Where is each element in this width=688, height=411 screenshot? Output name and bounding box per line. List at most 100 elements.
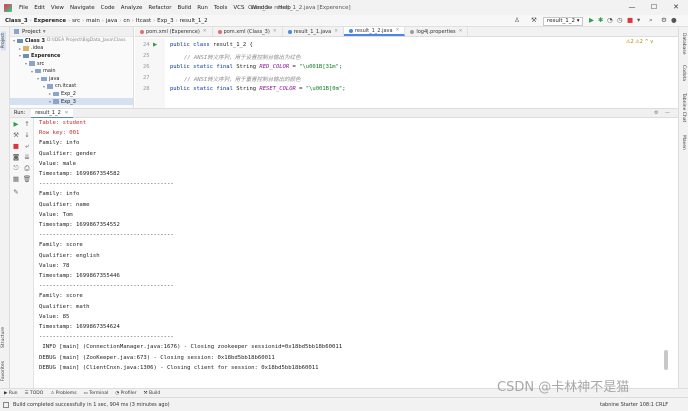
menu-item-edit[interactable]: Edit bbox=[31, 5, 48, 11]
project-tool-button[interactable]: Project bbox=[1, 31, 6, 51]
breadcrumb-item[interactable]: main bbox=[84, 18, 102, 24]
codota-tool-button[interactable]: Codota bbox=[681, 65, 686, 81]
close-icon[interactable]: ✕ bbox=[273, 29, 277, 34]
menu-item-file[interactable]: File bbox=[16, 5, 31, 11]
tree-item[interactable]: ▾ Class 3 D:\IDEA Project\BigData_Java\Cla… bbox=[10, 37, 133, 45]
editor-tab[interactable]: log4j.properties ✕ bbox=[405, 27, 469, 36]
chevron-down-icon[interactable]: ▾ bbox=[43, 29, 46, 35]
code-editor[interactable]: public class result_1_2 {// ANSI转义序列，用于设… bbox=[166, 38, 666, 108]
structure-tool-button[interactable]: Structure bbox=[1, 327, 6, 348]
breadcrumb-item[interactable]: src bbox=[70, 18, 82, 24]
hide-panel-icon[interactable]: — bbox=[665, 110, 670, 116]
minimize-button[interactable]: — bbox=[622, 2, 642, 13]
tree-item[interactable]: ▾ java bbox=[10, 75, 133, 83]
run-gutter-icon[interactable]: ▶ bbox=[153, 42, 157, 48]
print-icon[interactable]: ⎙ bbox=[22, 164, 32, 173]
console-line: ---------------------------------------- bbox=[39, 232, 174, 239]
breadcrumb-item[interactable]: Exp_3 bbox=[155, 18, 175, 24]
console-line: Family: score bbox=[39, 242, 83, 249]
breadcrumb-item[interactable]: Itcast bbox=[134, 18, 153, 24]
menu-item-vcs[interactable]: VCS bbox=[230, 5, 247, 11]
avatar[interactable]: ● bbox=[671, 16, 677, 24]
layout-icon[interactable]: ▦ bbox=[11, 175, 21, 183]
menu-item-run[interactable]: Run bbox=[194, 5, 211, 11]
database-tool-button[interactable]: Database bbox=[681, 33, 686, 54]
menu-item-refactor[interactable]: Refactor bbox=[145, 5, 174, 11]
breadcrumb-item[interactable]: Class_3 bbox=[3, 18, 30, 24]
menu-item-analyze[interactable]: Analyze bbox=[118, 5, 146, 11]
close-icon[interactable]: ✕ bbox=[64, 110, 68, 116]
status-right-info[interactable]: tabnine Starter 108:1 CRLF bbox=[600, 402, 668, 408]
camera-icon[interactable]: ◙ bbox=[11, 153, 21, 161]
user-icon[interactable]: ♙ bbox=[514, 16, 520, 24]
tree-item[interactable]: ▾ Exp_3 bbox=[10, 97, 133, 106]
breadcrumb-item[interactable]: cn bbox=[121, 18, 132, 24]
tool-window-problems[interactable]: ⚠ Problems bbox=[50, 391, 76, 396]
tree-item-label: Experence bbox=[31, 52, 61, 59]
tree-item[interactable]: ▾ src bbox=[10, 60, 133, 68]
trash-icon[interactable]: 🗑 bbox=[22, 175, 32, 183]
pin-icon[interactable]: ✎ bbox=[11, 188, 21, 196]
breadcrumb-item[interactable]: java bbox=[104, 18, 120, 24]
run-configuration-select[interactable]: result_1_2 ▾ bbox=[543, 16, 583, 26]
tree-item[interactable]: ▾ main bbox=[10, 67, 133, 75]
tool-window-build[interactable]: ⚒ Build bbox=[143, 391, 160, 396]
close-icon[interactable]: ✕ bbox=[334, 29, 338, 34]
exit-icon[interactable]: ⎋ bbox=[11, 164, 21, 173]
breadcrumb-item[interactable]: Experence bbox=[32, 18, 68, 24]
tree-item[interactable]: ▾ Experence bbox=[10, 52, 133, 60]
coverage-icon[interactable]: ◔ bbox=[607, 16, 613, 24]
inspection-widget[interactable]: ⚠2 ⚠2 ^ v bbox=[626, 39, 653, 45]
menu-item-code[interactable]: Code bbox=[98, 5, 118, 11]
editor-tab[interactable]: result_1_2.java ✕ bbox=[343, 27, 406, 36]
scroll-to-end-icon[interactable]: ⇊ bbox=[22, 153, 32, 161]
tabnine-chat-tool-button[interactable]: Tabnine Chat bbox=[681, 93, 686, 122]
editor-tab[interactable]: result_1_1.java ✕ bbox=[283, 27, 344, 36]
breadcrumb-item[interactable]: result_1_2 bbox=[178, 18, 210, 24]
arrow-up-icon[interactable]: ↑ bbox=[22, 120, 32, 128]
debug-icon[interactable]: ✱ bbox=[598, 16, 603, 24]
folder-icon bbox=[23, 46, 29, 51]
arrow-down-icon[interactable]: ↓ bbox=[22, 131, 32, 139]
run-tab[interactable]: result_1_2 ✕ bbox=[31, 108, 73, 118]
build-hammer-icon[interactable]: ⚒ bbox=[531, 16, 537, 24]
settings-gear-icon[interactable]: ⚙ bbox=[654, 110, 658, 116]
stop-icon[interactable]: ■ bbox=[11, 142, 21, 150]
stop-icon[interactable]: ■ bbox=[627, 16, 633, 24]
editor-tab[interactable]: pom.xml (Class_3) ✕ bbox=[213, 27, 283, 36]
menu-item-navigate[interactable]: Navigate bbox=[67, 5, 98, 11]
status-bar-toggle-icon[interactable] bbox=[3, 401, 9, 408]
search-icon[interactable]: ⌕ bbox=[649, 16, 653, 25]
tree-item[interactable]: ▸ .idea bbox=[10, 45, 133, 53]
settings-gear-icon[interactable]: ⚙ bbox=[661, 16, 667, 24]
console-scrollbar[interactable] bbox=[664, 350, 668, 370]
maven-tool-button[interactable]: Maven bbox=[681, 135, 686, 150]
tool-window-profiler[interactable]: ◔ Profiler bbox=[115, 391, 136, 396]
profile-icon[interactable]: ◷ bbox=[617, 16, 623, 24]
editor-tab[interactable]: pom.xml (Experence) ✕ bbox=[135, 27, 213, 36]
tree-item[interactable]: ▾ cn.itcast bbox=[10, 83, 133, 91]
menu-item-view[interactable]: View bbox=[48, 5, 67, 11]
rerun-icon[interactable]: ▶ bbox=[11, 120, 21, 128]
close-button[interactable]: ✕ bbox=[666, 2, 686, 13]
tool-window-todo[interactable]: ☰ TODO bbox=[25, 391, 44, 396]
maximize-button[interactable]: ☐ bbox=[644, 2, 664, 13]
tree-item[interactable]: ▸ Exp_2 bbox=[10, 90, 133, 98]
tool-window-terminal[interactable]: ▭ Terminal bbox=[84, 391, 109, 396]
wrench-icon[interactable]: ⚒ bbox=[11, 131, 21, 139]
console-line: Value: 78 bbox=[39, 262, 70, 269]
console-output[interactable]: Table: student Row key: 001 Family: info Qu… bbox=[35, 118, 663, 398]
tool-window-run[interactable]: ▶ Run bbox=[4, 391, 18, 396]
close-icon[interactable]: ✕ bbox=[459, 29, 463, 34]
run-icon[interactable]: ▶ bbox=[589, 16, 594, 24]
file-icon bbox=[348, 28, 353, 33]
menu-item-tools[interactable]: Tools bbox=[211, 5, 231, 11]
code-keyword: public class bbox=[170, 42, 214, 48]
project-panel-title[interactable]: Project bbox=[22, 29, 41, 35]
close-icon[interactable]: ✕ bbox=[203, 29, 207, 34]
more-icon[interactable]: ▾ bbox=[637, 16, 640, 24]
close-icon[interactable]: ✕ bbox=[396, 28, 400, 33]
menu-item-build[interactable]: Build bbox=[174, 5, 194, 11]
favorites-tool-button[interactable]: Favorites bbox=[1, 361, 6, 381]
soft-wrap-icon[interactable]: ⤶ bbox=[22, 142, 32, 151]
